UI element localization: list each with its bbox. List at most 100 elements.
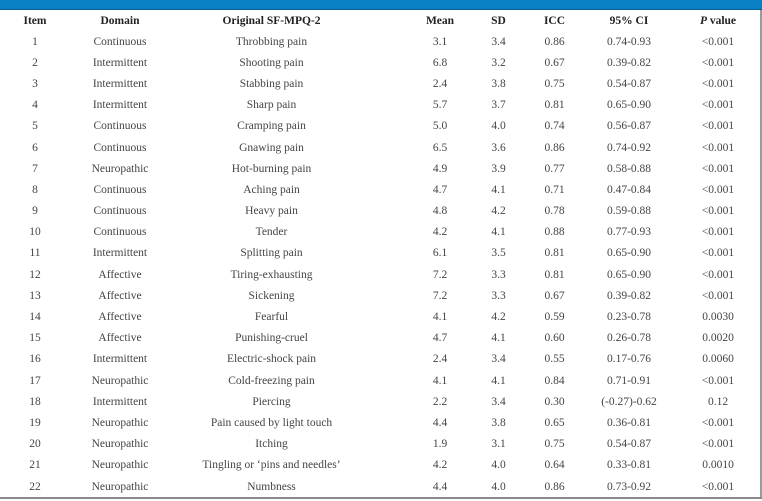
cell-original: Fearful (254, 311, 289, 324)
table-row: 7 Neuropathic Hot-burning pain 4.9 3.9 0.77 0.… (0, 158, 760, 179)
cell-sd: 4.0 (491, 120, 506, 133)
table-row: 17 Neuropathic Cold-freezing pain 4.1 4.1 0.8… (0, 370, 760, 391)
cell-spacer (373, 370, 410, 391)
cell-icc: 0.60 (544, 332, 565, 345)
cell-icc: 0.81 (544, 268, 565, 281)
cell-mean: 4.7 (432, 332, 448, 345)
cell-icc: 0.71 (544, 183, 565, 196)
cell-sd: 3.9 (491, 162, 506, 175)
cell-p: <0.001 (701, 77, 735, 90)
cell-mean: 6.1 (432, 247, 448, 260)
cell-mean: 3.1 (432, 35, 448, 48)
cell-sd: 4.1 (491, 183, 506, 196)
cell-p: <0.001 (701, 226, 735, 239)
header-ci: 95% CI (609, 14, 649, 27)
cell-p: <0.001 (701, 120, 735, 133)
cell-spacer (373, 116, 410, 137)
cell-spacer (373, 201, 410, 222)
cell-mean: 2.4 (432, 77, 448, 90)
header-domain: Domain (100, 14, 140, 27)
header-row: Item Domain Original SF-MPQ-2 Mean SD IC… (0, 10, 760, 31)
cell-original: Electric-shock pain (226, 353, 317, 366)
cell-sd: 4.0 (491, 459, 506, 472)
table-title-bar (0, 0, 762, 10)
table-row: 22 Neuropathic Numbness 4.4 4.0 0.86 0.73-0.92… (0, 476, 760, 497)
cell-spacer (373, 158, 410, 179)
cell-item: 10 (29, 226, 41, 239)
cell-ci: 0.36-0.81 (606, 416, 652, 429)
cell-p: 0.0030 (702, 311, 734, 324)
cell-original: Cramping pain (237, 120, 306, 133)
cell-icc: 0.55 (544, 353, 565, 366)
cell-mean: 7.2 (432, 268, 448, 281)
cell-ci: 0.54-0.87 (606, 438, 652, 451)
cell-icc: 0.74 (544, 120, 565, 133)
cell-original: Aching pain (243, 183, 300, 196)
cell-ci: 0.33-0.81 (606, 459, 652, 472)
table-row: 13 Affective Sickening 7.2 3.3 0.67 0.39-0.82 <… (0, 285, 760, 306)
cell-domain: Intermittent (92, 353, 148, 366)
cell-domain: Intermittent (92, 99, 148, 112)
cell-ci: 0.39-0.82 (606, 56, 652, 69)
cell-item: 17 (29, 374, 41, 387)
cell-mean: 2.4 (432, 353, 448, 366)
cell-domain: Continuous (93, 141, 147, 154)
cell-sd: 3.5 (491, 247, 506, 260)
cell-icc: 0.88 (544, 226, 565, 239)
cell-domain: Intermittent (92, 247, 148, 260)
table-row: 16 Intermittent Electric-shock pain 2.4 3.4 0… (0, 349, 760, 370)
cell-ci: 0.58-0.88 (606, 162, 652, 175)
cell-p: 0.12 (707, 395, 729, 408)
cell-original: Punishing-cruel (235, 332, 308, 345)
cell-p: <0.001 (701, 56, 735, 69)
cell-original: Sharp pain (246, 99, 297, 112)
cell-sd: 4.2 (491, 311, 506, 324)
cell-ci: 0.59-0.88 (606, 205, 652, 218)
cell-mean: 4.2 (432, 226, 448, 239)
cell-item: 5 (32, 120, 38, 133)
cell-icc: 0.81 (544, 247, 565, 260)
cell-item: 11 (29, 247, 41, 260)
cell-item: 21 (29, 459, 41, 472)
cell-p: <0.001 (701, 268, 735, 281)
table-row: 20 Neuropathic Itching 1.9 3.1 0.75 0.54-0.87 <… (0, 434, 760, 455)
cell-sd: 3.4 (491, 35, 506, 48)
cell-spacer (373, 52, 410, 73)
cell-original: Cold-freezing pain (228, 374, 315, 387)
cell-original: Splitting pain (240, 247, 303, 260)
table-row: 18 Intermittent Piercing 2.2 3.4 0.30 (-0.27)-… (0, 391, 760, 412)
cell-item: 3 (32, 77, 38, 90)
table-row: 3 Intermittent Stabbing pain 2.4 3.8 0.75 0.54… (0, 73, 760, 94)
cell-mean: 7.2 (432, 289, 448, 302)
cell-original: Piercing (252, 395, 291, 408)
cell-item: 6 (32, 141, 38, 154)
cell-domain: Neuropathic (91, 416, 149, 429)
cell-p: <0.001 (701, 480, 735, 493)
cell-sd: 4.1 (491, 332, 506, 345)
cell-sd: 4.1 (491, 226, 506, 239)
cell-mean: 6.8 (432, 56, 448, 69)
cell-original: Tingling or ‘pins and needles’ (202, 459, 341, 472)
cell-domain: Continuous (93, 35, 147, 48)
cell-spacer (373, 222, 410, 243)
cell-sd: 4.0 (491, 480, 506, 493)
cell-spacer (373, 243, 410, 264)
cell-spacer (373, 328, 410, 349)
cell-icc: 0.75 (544, 438, 565, 451)
cell-sd: 3.1 (491, 438, 506, 451)
cell-item: 15 (29, 332, 41, 345)
cell-ci: 0.23-0.78 (606, 311, 652, 324)
cell-original: Tender (255, 226, 288, 239)
cell-sd: 3.2 (491, 56, 506, 69)
cell-spacer (373, 349, 410, 370)
cell-sd: 3.6 (491, 141, 506, 154)
table-row: 11 Intermittent Splitting pain 6.1 3.5 0.81 0.… (0, 243, 760, 264)
cell-ci: (-0.27)-0.62 (601, 395, 657, 408)
table-row: 1 Continuous Throbbing pain 3.1 3.4 0.86 0.74-… (0, 31, 760, 52)
cell-ci: 0.26-0.78 (606, 332, 652, 345)
cell-p: <0.001 (701, 35, 735, 48)
cell-spacer (373, 455, 410, 476)
cell-ci: 0.65-0.90 (606, 268, 652, 281)
cell-item: 7 (32, 162, 38, 175)
cell-p: <0.001 (701, 374, 735, 387)
